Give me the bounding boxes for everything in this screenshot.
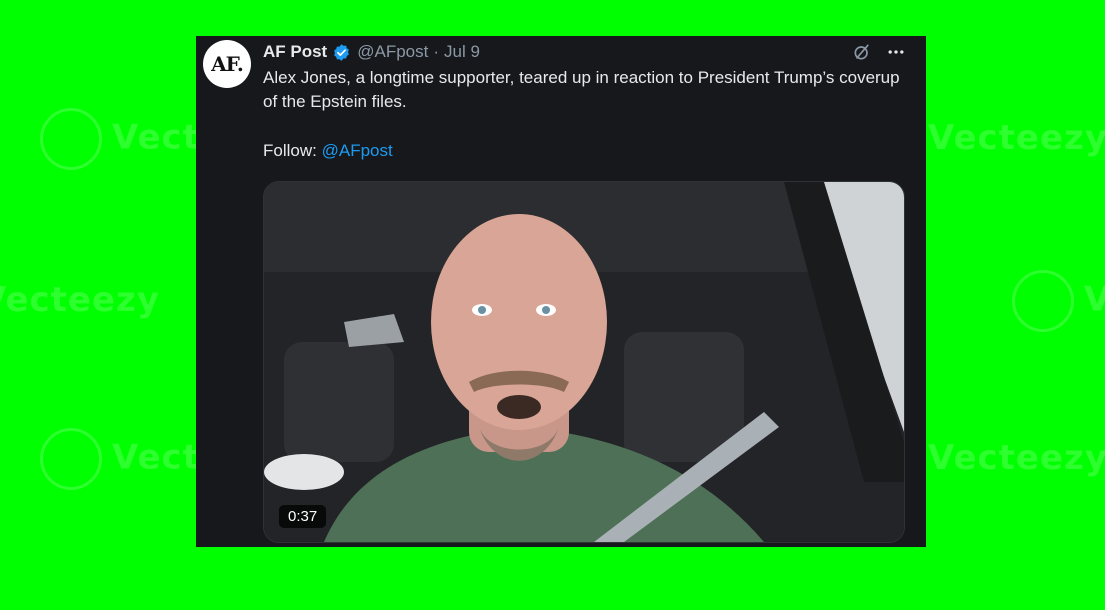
video-player[interactable]: 0:37 xyxy=(263,181,905,543)
tweet-header: AF Post @AFpost · Jul 9 xyxy=(263,41,906,63)
display-name[interactable]: AF Post xyxy=(263,42,327,62)
tweet-date[interactable]: Jul 9 xyxy=(444,42,480,62)
follow-label: Follow: xyxy=(263,141,317,160)
more-icon[interactable] xyxy=(886,42,906,62)
grok-icon[interactable] xyxy=(852,42,872,62)
follow-line: Follow: @AFpost xyxy=(263,141,393,161)
verified-badge-icon xyxy=(334,43,350,61)
video-duration: 0:37 xyxy=(279,505,327,528)
watermark: Vecteezy xyxy=(928,438,1105,478)
handle[interactable]: @AFpost xyxy=(357,42,428,62)
tweet-card[interactable]: AF. AF Post @AFpost · Jul 9 Alex Jones, … xyxy=(196,36,926,547)
watermark: Vecteezy xyxy=(928,118,1105,158)
separator: · xyxy=(433,42,440,61)
tweet-text: Alex Jones, a longtime supporter, teared… xyxy=(263,68,900,111)
follow-link[interactable]: @AFpost xyxy=(322,141,393,160)
watermark: Vecteezy xyxy=(0,280,160,320)
watermark: Vecteezy xyxy=(1012,270,1105,332)
video-frame xyxy=(264,182,904,542)
avatar[interactable]: AF. xyxy=(203,40,251,88)
